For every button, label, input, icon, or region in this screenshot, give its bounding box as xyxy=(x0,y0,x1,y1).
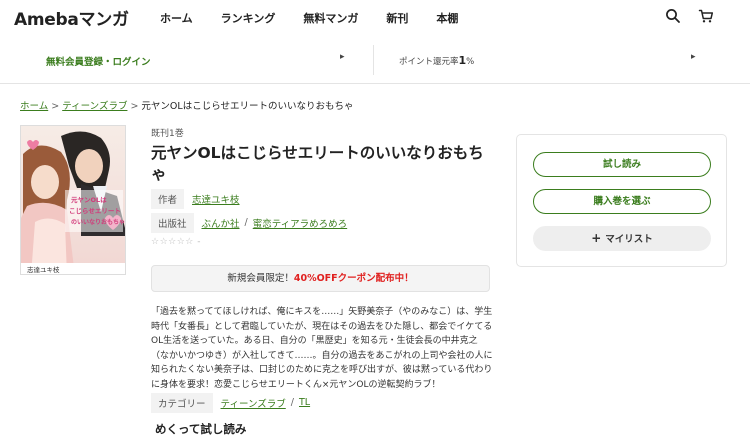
publisher-row: 出版社 ぶんか社 / 蜜恋ティアラめろめろ xyxy=(151,212,347,233)
site-logo[interactable]: Amebaマンガ xyxy=(14,5,129,30)
cover-illustration: 元ヤンOLは こじらせエリート のいいなりおもちゃ 志達ユキ枝 xyxy=(21,126,125,274)
breadcrumb-current: 元ヤンOLはこじらせエリートのいいなりおもちゃ xyxy=(141,101,354,112)
author-tag: 作者 xyxy=(151,188,185,209)
cover-title-line2: こじらせエリート xyxy=(69,207,121,215)
category-row: カテゴリー ティーンズラブ / TL xyxy=(151,392,310,413)
cart-icon[interactable] xyxy=(698,8,714,24)
coupon-banner[interactable]: 新規会員限定！40%OFFクーポン配布中！ xyxy=(151,265,490,292)
cover-title-line1: 元ヤンOLは xyxy=(71,196,107,204)
chevron-right-icon[interactable]: ▸ xyxy=(340,52,345,62)
publisher-link[interactable]: ぶんか社 xyxy=(202,216,240,230)
breadcrumb-separator: > xyxy=(130,101,139,112)
breadcrumb-genre[interactable]: ティーンズラブ xyxy=(62,101,127,112)
author-link[interactable]: 志達ユキ枝 xyxy=(192,192,240,206)
plus-icon: + xyxy=(591,231,602,245)
point-rate-unit: % xyxy=(466,57,475,67)
try-read-heading: めくって試し読み xyxy=(155,422,247,436)
main-nav: ホーム ランキング 無料マンガ 新刊 本棚 xyxy=(160,10,486,26)
category-tag: カテゴリー xyxy=(151,392,213,413)
point-rate-link[interactable]: ポイント還元率1% xyxy=(399,54,474,67)
publisher-tag: 出版社 xyxy=(151,212,194,233)
rating-stars: ☆☆☆☆☆ - xyxy=(151,237,201,247)
purchase-panel: 試し読み 購入巻を選ぶ + マイリスト xyxy=(516,134,727,267)
category-link-tl[interactable]: TL xyxy=(299,397,310,408)
book-title: 元ヤンOLはこじらせエリートのいいなりおもちゃ xyxy=(151,144,484,183)
book-description: 「過去を黙っててほしければ、俺にキスを……」矢野美奈子（やのみなこ）は、学生時代… xyxy=(151,307,493,390)
breadcrumb: ホーム > ティーンズラブ > 元ヤンOLはこじらせエリートのいいなりおもちゃ xyxy=(20,98,354,112)
label-link[interactable]: 蜜恋ティアラめろめろ xyxy=(253,216,347,230)
cover-author: 志達ユキ枝 xyxy=(27,265,60,274)
promo-bar: 無料会員登録・ログイン ▸ ポイント還元率1% ▸ xyxy=(0,36,750,84)
nav-new-releases[interactable]: 新刊 xyxy=(386,10,408,26)
mylist-label: マイリスト xyxy=(605,234,653,245)
breadcrumb-home[interactable]: ホーム xyxy=(20,101,48,112)
coupon-banner-highlight: 40%OFFクーポン配布中！ xyxy=(293,273,414,284)
nav-free-manga[interactable]: 無料マンガ xyxy=(303,10,358,26)
author-row: 作者 志達ユキ枝 xyxy=(151,188,240,209)
add-mylist-button[interactable]: + マイリスト xyxy=(533,226,711,251)
nav-ranking[interactable]: ランキング xyxy=(221,10,276,26)
nav-home[interactable]: ホーム xyxy=(160,10,193,26)
book-cover-image[interactable]: 元ヤンOLは こじらせエリート のいいなりおもちゃ 志達ユキ枝 xyxy=(20,125,126,275)
nav-bookshelf[interactable]: 本棚 xyxy=(436,10,458,26)
site-header: Amebaマンガ ホーム ランキング 無料マンガ 新刊 本棚 xyxy=(0,0,750,36)
volume-count: 既刊1巻 xyxy=(151,129,184,139)
signup-login-link[interactable]: 無料会員登録・ログイン xyxy=(46,54,151,68)
chevron-right-icon[interactable]: ▸ xyxy=(691,52,696,62)
category-link-tl-genre[interactable]: ティーンズラブ xyxy=(221,396,286,410)
promo-divider xyxy=(373,45,374,75)
coupon-banner-prefix: 新規会員限定！ xyxy=(227,273,294,284)
try-read-button[interactable]: 試し読み xyxy=(533,152,711,177)
search-icon[interactable] xyxy=(665,8,681,24)
point-rate-label: ポイント還元率 xyxy=(399,57,459,67)
cover-title-line3: のいいなりおもちゃ xyxy=(71,218,125,226)
breadcrumb-separator: > xyxy=(51,101,60,112)
choose-volume-button[interactable]: 購入巻を選ぶ xyxy=(533,189,711,214)
